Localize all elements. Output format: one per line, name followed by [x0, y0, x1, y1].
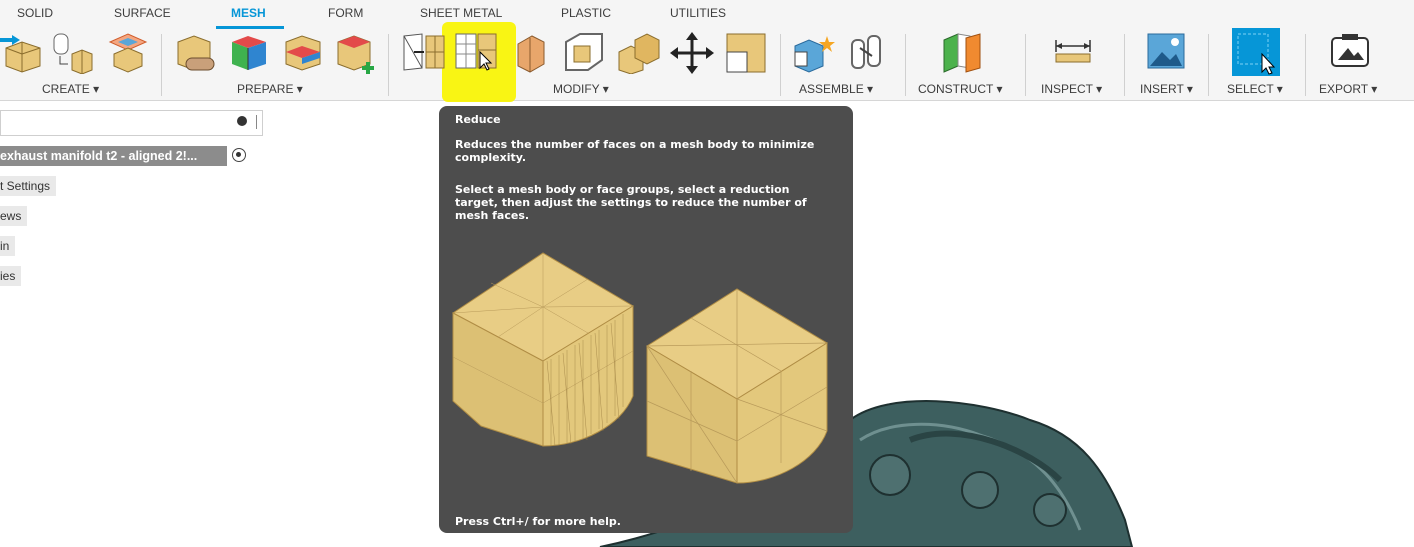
tooltip-instructions: Select a mesh body or face groups, selec…: [455, 183, 807, 222]
inspect-group-label[interactable]: INSPECT ▾: [1041, 82, 1102, 96]
separator: [388, 34, 389, 96]
separator: [161, 34, 162, 96]
split-body-tool[interactable]: [725, 32, 769, 74]
separator: [780, 34, 781, 96]
remesh-icon: [232, 36, 266, 70]
tooltip-description: Reduces the number of faces on a mesh bo…: [455, 138, 815, 164]
insert-image-icon: [1147, 33, 1185, 69]
insert-group-label[interactable]: INSERT ▾: [1140, 82, 1193, 96]
plane-cut-tool[interactable]: [282, 32, 326, 74]
modify-group-label[interactable]: MODIFY ▾: [553, 82, 609, 96]
ribbon-toolbar: SOLID SURFACE MESH FORM SHEET METAL PLAS…: [0, 0, 1414, 102]
joint-icon: [851, 35, 881, 69]
shell-icon: [565, 33, 603, 71]
prepare-group-label[interactable]: PREPARE ▾: [237, 82, 303, 96]
separator: [905, 34, 906, 96]
move-copy-tool[interactable]: [670, 32, 714, 74]
measure-tool[interactable]: [1054, 32, 1098, 74]
insert-mesh-icon: [0, 35, 41, 73]
reverse-normal-tool[interactable]: [514, 32, 550, 74]
construct-group-label[interactable]: CONSTRUCT ▾: [918, 82, 1002, 96]
remesh-tool[interactable]: [228, 32, 272, 74]
tab-solid[interactable]: SOLID: [17, 6, 53, 20]
collapse-icon[interactable]: [237, 116, 247, 126]
browser-item-settings[interactable]: t Settings: [0, 176, 57, 196]
export-icon: [1331, 34, 1369, 67]
insert-image-tool[interactable]: [1146, 32, 1190, 74]
browser-root-node[interactable]: exhaust manifold t2 - aligned 2!...: [0, 146, 227, 166]
measure-ruler-icon: [1055, 40, 1091, 63]
new-component-tool[interactable]: [793, 32, 837, 74]
assemble-group-label[interactable]: ASSEMBLE ▾: [799, 82, 873, 96]
panel-grip-icon[interactable]: [256, 115, 257, 129]
browser-item-views[interactable]: ews: [0, 206, 28, 226]
browser-item-origin[interactable]: in: [0, 236, 16, 256]
reduce-tool[interactable]: [454, 32, 500, 74]
tooltip-footer: Press Ctrl+/ for more help.: [455, 515, 621, 528]
active-component-radio-icon[interactable]: [232, 148, 246, 162]
export-group-label[interactable]: EXPORT ▾: [1319, 82, 1377, 96]
new-component-icon: [794, 36, 835, 73]
tooltip-title: Reduce: [455, 113, 501, 126]
tab-sheet-metal[interactable]: SHEET METAL: [420, 6, 502, 20]
active-tab-indicator: [216, 26, 284, 29]
face-group-icon: [108, 33, 148, 73]
select-group-label[interactable]: SELECT ▾: [1227, 82, 1283, 96]
tab-plastic[interactable]: PLASTIC: [561, 6, 611, 20]
face-groups-add-icon: [337, 35, 374, 74]
select-tool[interactable]: [1232, 28, 1280, 76]
plane-cut-icon: [285, 35, 321, 71]
browser-item-bodies[interactable]: ies: [0, 266, 22, 286]
reverse-normal-icon: [517, 35, 545, 73]
move-arrows-icon: [670, 32, 714, 74]
tessellate-icon: [53, 33, 93, 74]
separator: [1305, 34, 1306, 96]
split-body-icon: [726, 33, 766, 73]
tessellate-tool[interactable]: [50, 32, 96, 74]
separator: [1124, 34, 1125, 96]
separator: [1025, 34, 1026, 96]
browser-search-field[interactable]: [0, 110, 263, 136]
combine-tool[interactable]: [617, 32, 661, 74]
reduce-tooltip: Reduce Reduces the number of faces on a …: [439, 106, 853, 533]
generate-face-groups-tool[interactable]: [334, 32, 380, 74]
reduce-illustration: [452, 252, 828, 484]
construct-plane-icon: [943, 33, 981, 73]
remesh-modify-icon: [403, 33, 445, 71]
shell-tool[interactable]: [562, 32, 606, 74]
tab-form[interactable]: FORM: [328, 6, 363, 20]
reduce-icon: [455, 33, 497, 71]
tab-mesh[interactable]: MESH: [231, 6, 266, 20]
tab-surface[interactable]: SURFACE: [114, 6, 171, 20]
tab-utilities[interactable]: UTILITIES: [670, 6, 726, 20]
create-group-label[interactable]: CREATE ▾: [42, 82, 99, 96]
combine-icon: [618, 33, 660, 74]
export-tool[interactable]: [1330, 32, 1374, 74]
repair-icon: [177, 35, 215, 71]
repair-tool[interactable]: [174, 32, 218, 74]
remesh-modify-tool[interactable]: [402, 32, 446, 74]
offset-plane-tool[interactable]: [940, 32, 984, 74]
insert-mesh-tool[interactable]: [0, 32, 44, 74]
create-face-group-tool[interactable]: [106, 32, 150, 74]
separator: [1208, 34, 1209, 96]
select-cursor-icon: [1232, 28, 1280, 76]
joint-tool[interactable]: [846, 32, 890, 74]
